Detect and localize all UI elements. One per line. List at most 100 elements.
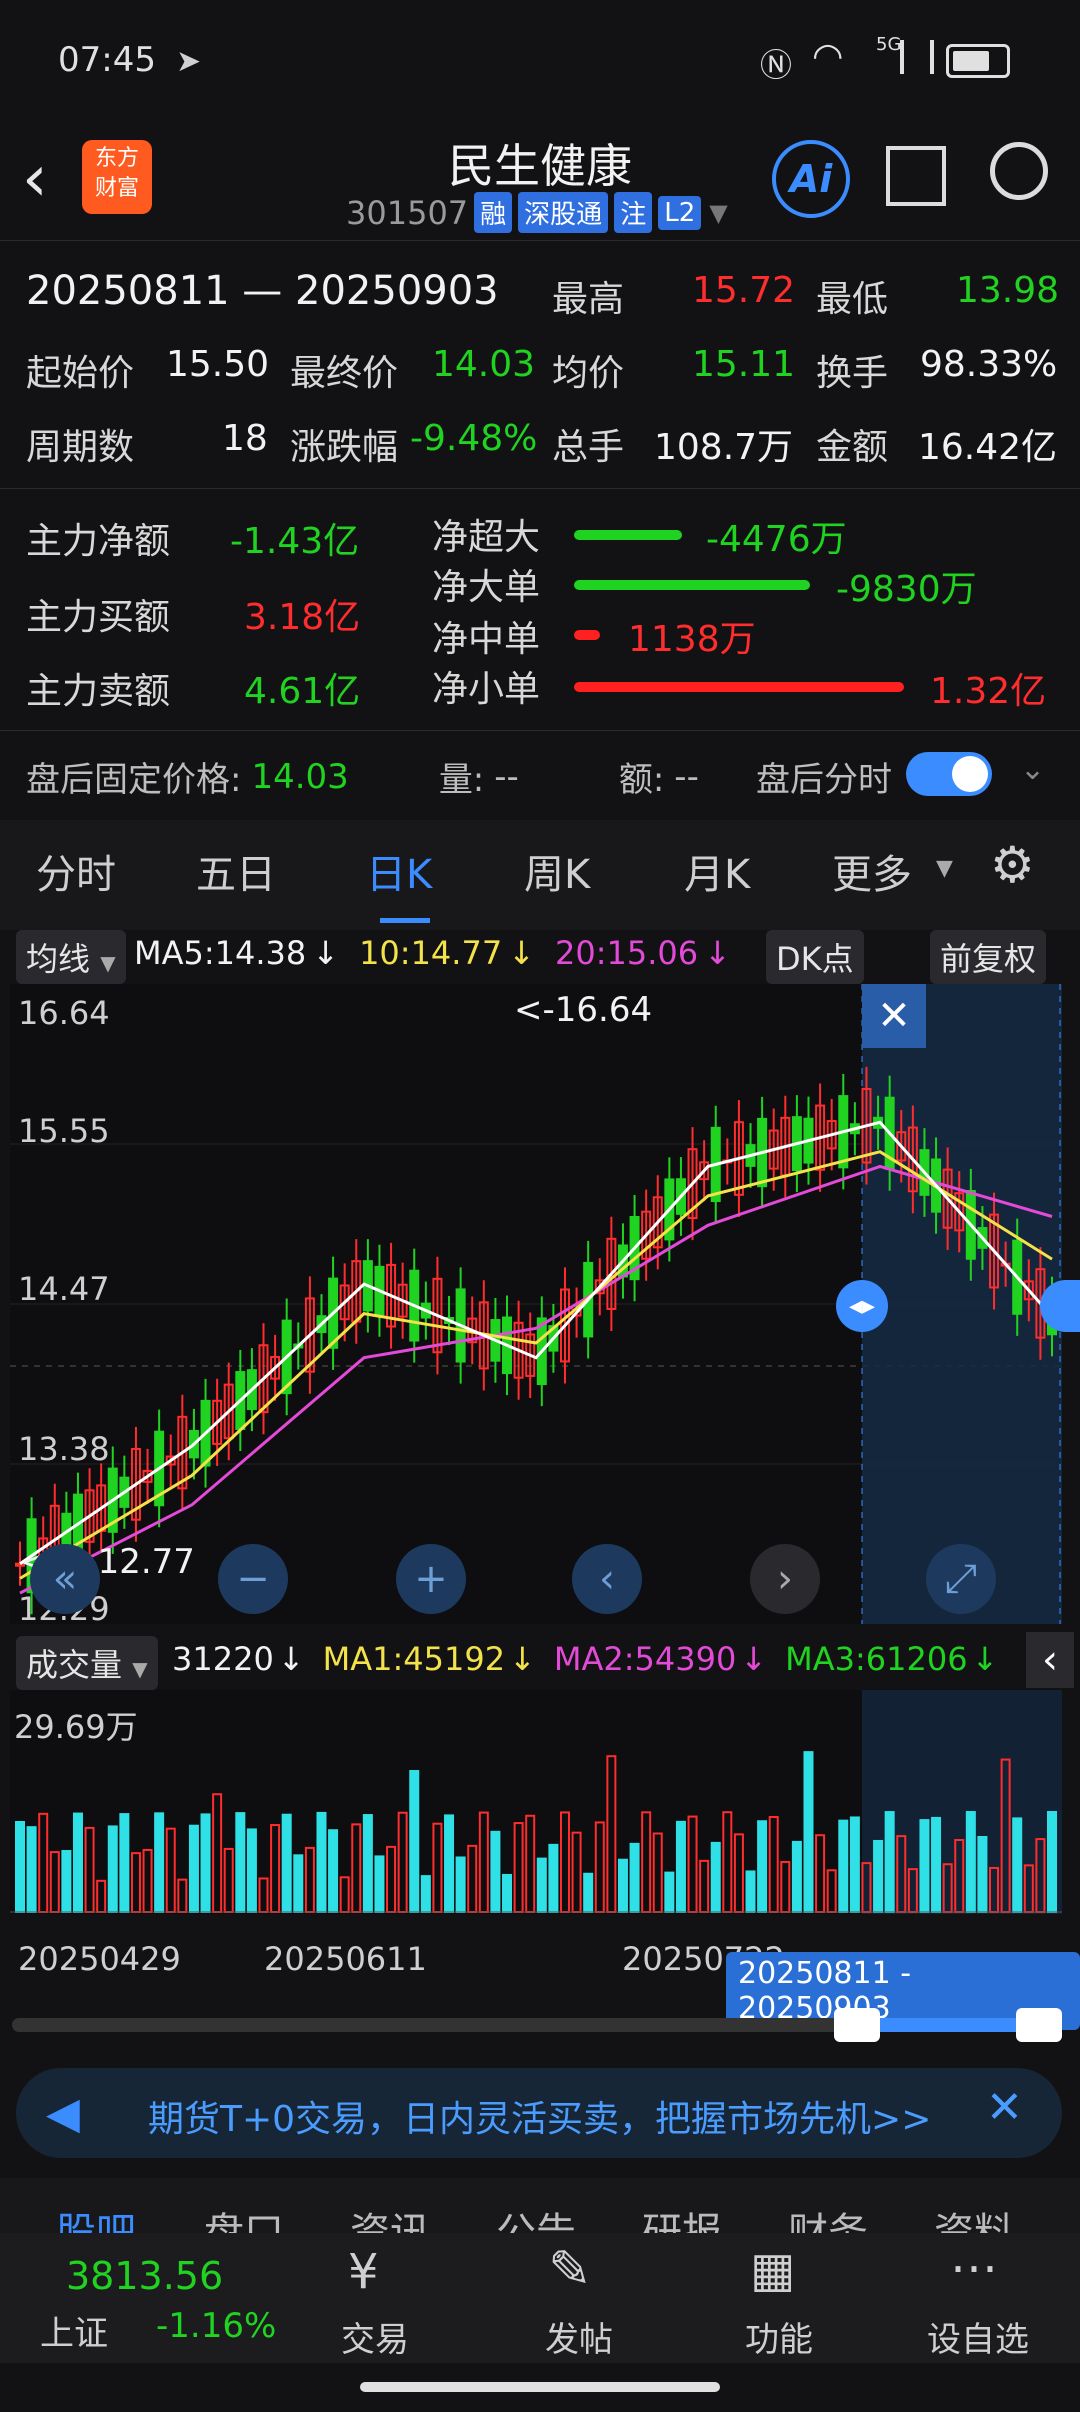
tab-intraday[interactable]: 分时 — [36, 842, 116, 900]
volume-current: 31220 — [172, 1640, 274, 1678]
info-tab-news[interactable]: 资讯 — [350, 2200, 430, 2233]
volume-bar — [316, 1811, 327, 1913]
volume-bar — [455, 1856, 466, 1913]
periods-label: 周期数 — [26, 427, 135, 468]
ma10-value: 10:14.77 — [359, 934, 503, 972]
zoom-in-icon[interactable]: + — [396, 1544, 466, 1614]
flow-bar-large — [574, 580, 810, 590]
start-value: 15.50 — [166, 344, 270, 385]
after-amt-value: -- — [674, 756, 699, 797]
nav-functions[interactable]: 功能 — [734, 2312, 824, 2361]
flow-value-small: 1.32亿 — [930, 671, 1047, 712]
flow-bar-super — [574, 530, 682, 540]
after-price-value: 14.03 — [251, 756, 349, 797]
ma-dropdown-icon: ▼ — [100, 951, 116, 975]
home-indicator — [360, 2382, 720, 2392]
ma-selector[interactable]: 均线 ▼ — [16, 930, 126, 984]
volume-bar — [791, 1840, 802, 1913]
badge-registration: 注 — [614, 192, 653, 233]
scroll-left-fast-icon[interactable]: « — [30, 1544, 100, 1614]
main-net-value: -1.43亿 — [230, 521, 360, 562]
main-sell-value: 4.61亿 — [244, 671, 361, 712]
tab-active-indicator — [380, 918, 430, 923]
volume-bar — [281, 1813, 292, 1913]
search-icon[interactable] — [990, 142, 1048, 200]
tab-more[interactable]: 更多 — [832, 842, 912, 900]
volume-bar — [26, 1826, 37, 1913]
flow-value-medium: 1138万 — [628, 619, 756, 660]
megaphone-icon: ◀ — [46, 2088, 80, 2139]
nav-trade[interactable]: 交易 — [330, 2312, 420, 2361]
dk-button[interactable]: DK点 — [766, 930, 864, 984]
tab-five-day[interactable]: 五日 — [196, 842, 276, 900]
post-icon[interactable]: ✎ — [548, 2240, 592, 2300]
volume-axis-max: 29.69万 — [14, 1708, 138, 1746]
volume-selector[interactable]: 成交量 ▼ — [16, 1636, 158, 1690]
adjust-button[interactable]: 前复权 — [930, 930, 1047, 984]
collapse-panel-icon[interactable]: ‹ — [1026, 1632, 1074, 1688]
nav-add-watchlist[interactable]: 设自选 — [918, 2312, 1038, 2361]
after-qty-label: 量: — [438, 760, 485, 800]
badge-level2: L2 — [658, 195, 702, 230]
volume-chart[interactable] — [10, 1690, 1062, 1914]
info-tab-quote[interactable]: 盘口 — [204, 2200, 284, 2233]
close-selection-icon[interactable]: ✕ — [862, 984, 926, 1048]
badge-margin: 融 — [474, 192, 513, 233]
settings-gear-icon[interactable]: ⚙ — [990, 836, 1035, 894]
volume-bar — [838, 1819, 849, 1914]
nav-post[interactable]: 发帖 — [534, 2312, 624, 2361]
index-value[interactable]: 3813.56 — [66, 2254, 223, 2298]
dropdown-icon[interactable]: ▼ — [709, 199, 727, 227]
volume-bar — [15, 1821, 25, 1913]
range-scroller-right-handle[interactable] — [1016, 2008, 1062, 2042]
functions-icon[interactable]: ▦ — [750, 2242, 795, 2298]
date-label-2: 20250611 — [264, 1940, 427, 1978]
volume-bar — [664, 1871, 675, 1913]
high-value: 15.72 — [692, 270, 796, 311]
banner-close-icon[interactable]: ✕ — [986, 2082, 1023, 2133]
info-tab-finance[interactable]: 财务 — [788, 2200, 868, 2233]
flow-label-super: 净超大 — [432, 517, 541, 558]
trade-icon[interactable]: ¥ — [348, 2244, 379, 2300]
tab-daily-k[interactable]: 日K — [366, 842, 432, 900]
info-tab-research[interactable]: 研报 — [642, 2200, 722, 2233]
scroll-left-icon[interactable]: ‹ — [572, 1544, 642, 1614]
more-dropdown-icon: ▼ — [936, 856, 953, 881]
volume-bar — [328, 1829, 339, 1913]
tab-monthly-k[interactable]: 月K — [684, 842, 750, 900]
info-tab-forum[interactable]: 股吧 — [56, 2200, 136, 2233]
after-hours-toggle[interactable] — [906, 752, 992, 796]
volume-bar — [675, 1820, 686, 1914]
more-options-icon[interactable]: ⋯ — [950, 2240, 998, 2296]
range-handle-left-icon[interactable]: ◂▸ — [836, 1280, 888, 1332]
volume-values: 31220 ↓ MA1:45192 ↓ MA2:54390 ↓ MA3:61206 ↓ — [172, 1640, 998, 1678]
kline-chart[interactable] — [10, 984, 1062, 1624]
fullscreen-icon[interactable]: ⤢ — [926, 1544, 996, 1614]
ma5-arrow: ↓ — [312, 934, 340, 972]
range-scroller-left-handle[interactable] — [834, 2008, 880, 2042]
share-icon[interactable] — [886, 146, 946, 206]
volume-bar — [965, 1811, 976, 1913]
volume-arrow: ↓ — [277, 1640, 305, 1678]
ma-values: MA5:14.38 ↓ 10:14.77 ↓ 20:15.06 ↓ — [134, 934, 731, 972]
high-annotation: <-16.64 — [514, 990, 653, 1030]
volume-bar — [154, 1812, 165, 1913]
tab-weekly-k[interactable]: 周K — [524, 842, 590, 900]
flow-bar-small — [574, 682, 904, 692]
divider — [0, 730, 1080, 731]
banner-text: 期货T+0交易，日内灵活买卖，把握市场先机>> — [148, 2099, 932, 2140]
scroll-right-icon[interactable]: › — [750, 1544, 820, 1614]
ma10-arrow: ↓ — [508, 934, 535, 972]
avg-label: 均价 — [552, 353, 625, 394]
turnover-value: 98.33% — [920, 344, 1058, 385]
info-tab-announcement[interactable]: 公告 — [496, 2200, 576, 2233]
flow-label-small: 净小单 — [432, 669, 541, 710]
flow-label-large: 净大单 — [432, 567, 541, 608]
after-hours-toggle-label: 盘后分时 — [756, 760, 892, 800]
expand-icon[interactable]: ⌄ — [1020, 752, 1045, 787]
info-tab-profile[interactable]: 资料 — [934, 2200, 1014, 2233]
volume-bar — [293, 1854, 304, 1914]
zoom-out-icon[interactable]: − — [218, 1544, 288, 1614]
ai-button[interactable]: Ai — [772, 140, 850, 218]
change-label: 涨跌幅 — [290, 427, 399, 468]
